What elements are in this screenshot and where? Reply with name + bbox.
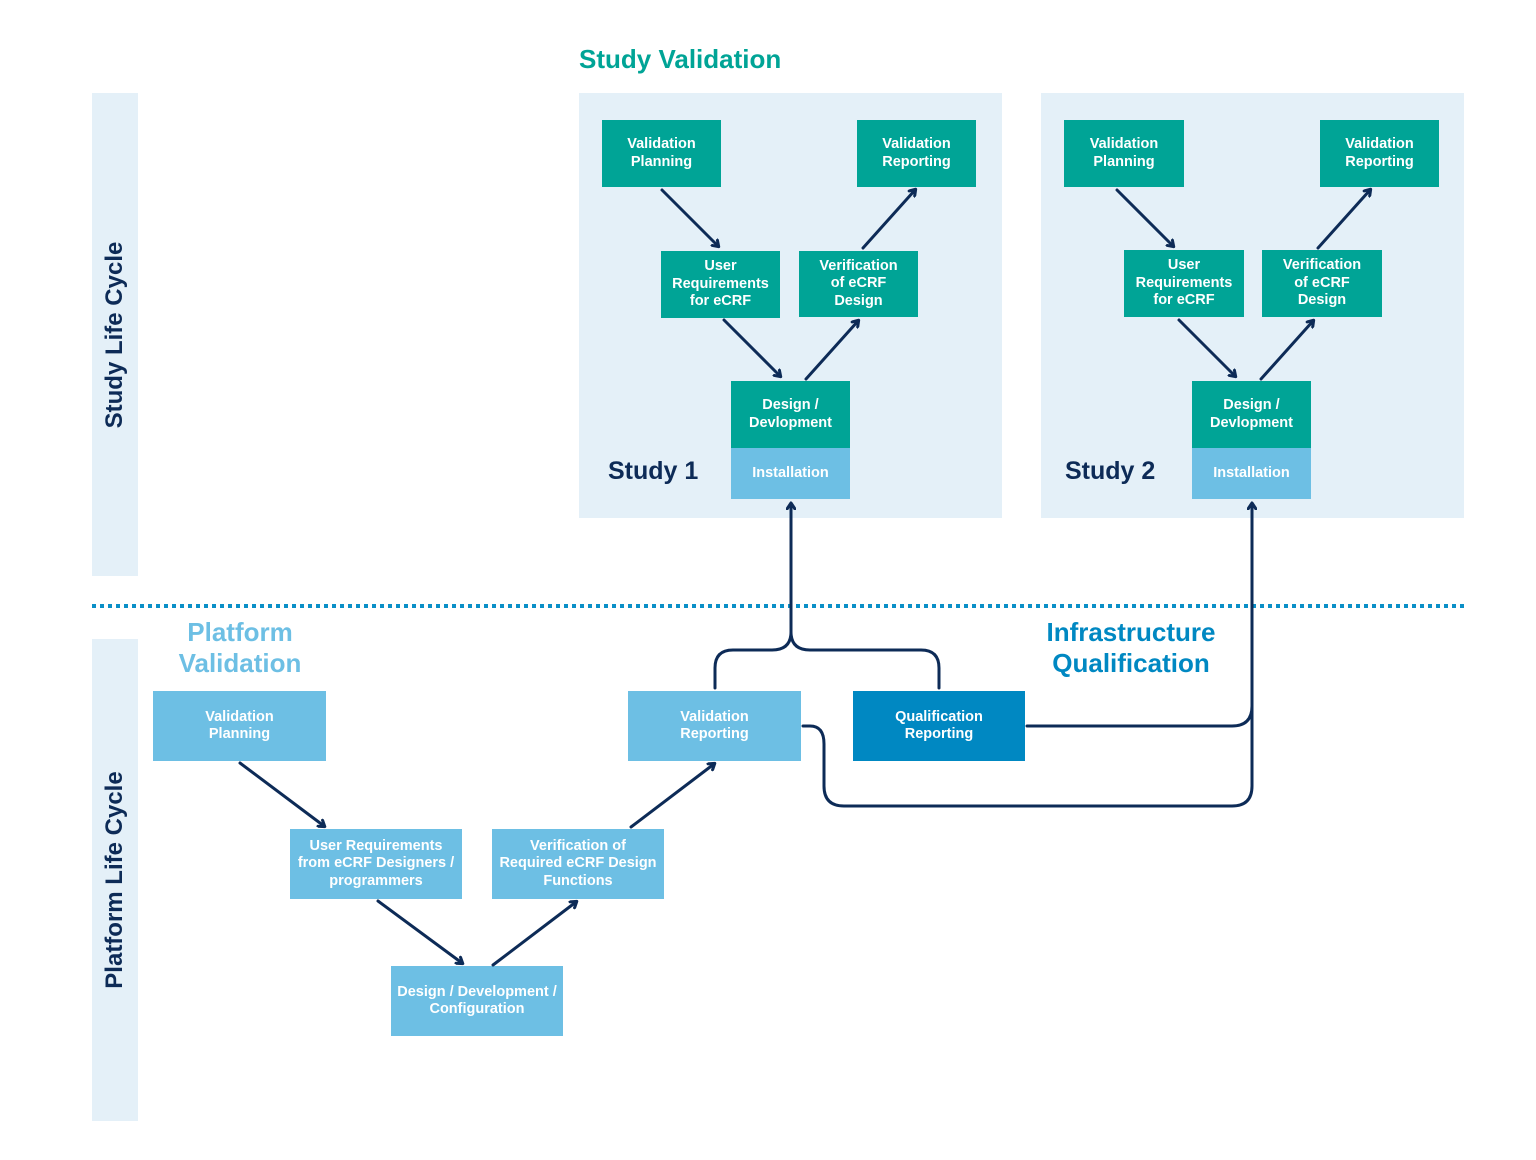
arrow-s1-requirements-to-design	[722, 318, 780, 376]
connectors-layer	[92, 0, 1464, 967]
arrow-p-verification-to-reporting	[629, 764, 714, 829]
arrow-s2-requirements-to-design	[1177, 318, 1235, 376]
arrow-p-planning-to-requirements	[238, 761, 324, 826]
arrow-p-design-to-verification	[491, 902, 576, 967]
connector-qualification-to-merge	[789, 630, 941, 690]
arrow-s2-planning-to-requirements	[1115, 188, 1173, 246]
arrow-p-requirements-to-design	[376, 899, 462, 963]
arrow-s1-planning-to-requirements	[660, 188, 718, 246]
arrow-s2-verification-to-reporting	[1316, 190, 1370, 250]
arrow-s1-design-to-verification	[804, 321, 858, 381]
arrow-s1-verification-to-reporting	[861, 190, 915, 250]
connector-validation-reporting-to-study-2	[801, 704, 1254, 808]
connector-qualification-to-study-2	[1025, 504, 1252, 728]
arrow-s2-design-to-verification	[1259, 321, 1313, 381]
connector-merge-to-study-1	[713, 504, 791, 690]
